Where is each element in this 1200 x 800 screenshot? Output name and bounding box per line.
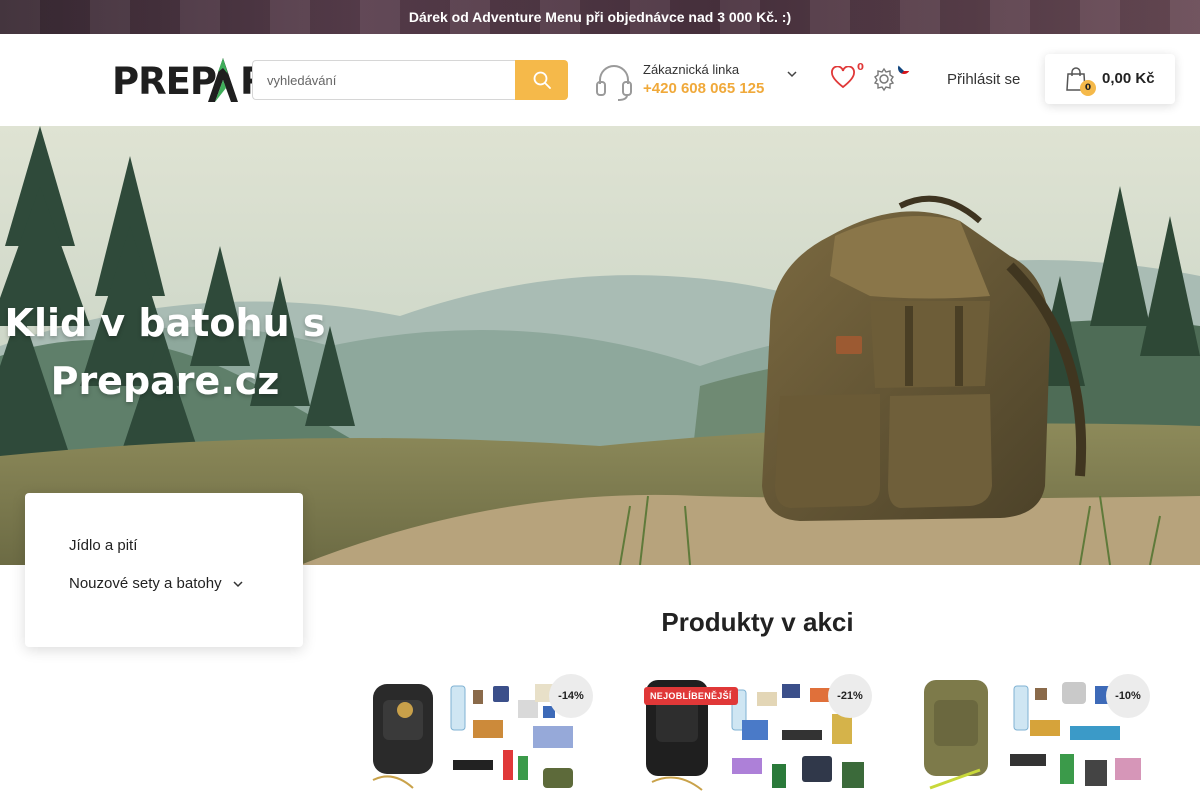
search-icon bbox=[533, 71, 551, 89]
settings-button[interactable] bbox=[872, 65, 912, 96]
discount-badge: -21% bbox=[828, 674, 872, 718]
hero-title-line1: Klid v batohu s bbox=[4, 301, 326, 345]
czech-flag-icon[interactable] bbox=[898, 62, 910, 74]
promo-text: Dárek od Adventure Menu při objednávce n… bbox=[408, 9, 792, 25]
product-card[interactable]: -14% bbox=[353, 670, 593, 800]
cart-count-badge: 0 bbox=[1080, 80, 1096, 96]
promo-bar: Dárek od Adventure Menu při objednávce n… bbox=[0, 0, 1200, 34]
search-input[interactable] bbox=[252, 60, 515, 100]
product-card[interactable]: -10% bbox=[910, 670, 1150, 800]
login-link[interactable]: Přihlásit se bbox=[947, 71, 1020, 88]
category-item-food-drink[interactable]: Jídlo a pití bbox=[69, 537, 137, 554]
cart-button[interactable]: 0 0,00 Kč bbox=[1045, 54, 1175, 104]
hero-title: Klid v batohu s Prepare.cz bbox=[0, 294, 330, 410]
section-title: Produkty v akci bbox=[661, 607, 854, 637]
customer-hotline[interactable]: Zákaznická linka +420 608 065 125 bbox=[594, 60, 804, 104]
hero-title-line2: Prepare.cz bbox=[50, 359, 280, 403]
logo[interactable]: PREP RE bbox=[24, 56, 293, 104]
category-item-label: Nouzové sety a batohy bbox=[69, 575, 222, 592]
wishlist-button[interactable]: 0 bbox=[830, 62, 866, 96]
heart-icon bbox=[831, 65, 855, 89]
headset-icon bbox=[596, 65, 632, 101]
category-item-label: Jídlo a pití bbox=[69, 537, 138, 554]
cart-total: 0,00 Kč bbox=[1102, 70, 1155, 87]
gear-icon bbox=[873, 67, 895, 92]
chevron-down-icon[interactable] bbox=[786, 68, 798, 80]
wishlist-count: 0 bbox=[857, 62, 864, 73]
search-button[interactable] bbox=[515, 60, 568, 100]
chevron-down-icon[interactable] bbox=[232, 578, 244, 590]
site-header: PREP RE Zákaznická linka +420 608 065 12… bbox=[0, 34, 1200, 126]
svg-text:PREP: PREP bbox=[112, 60, 216, 103]
hotline-phone[interactable]: +420 608 065 125 bbox=[643, 80, 764, 97]
hotline-label: Zákaznická linka bbox=[643, 62, 740, 77]
search-bar bbox=[252, 60, 568, 100]
product-card[interactable]: NEJOBLÍBENĚJŠÍ -21% bbox=[632, 670, 872, 800]
category-item-emergency-kits[interactable]: Nouzové sety a batohy bbox=[69, 575, 244, 592]
popular-tag: NEJOBLÍBENĚJŠÍ bbox=[644, 687, 738, 705]
discount-badge: -14% bbox=[549, 674, 593, 718]
category-menu: Jídlo a pití Nouzové sety a batohy bbox=[25, 493, 303, 647]
discount-badge: -10% bbox=[1106, 674, 1150, 718]
